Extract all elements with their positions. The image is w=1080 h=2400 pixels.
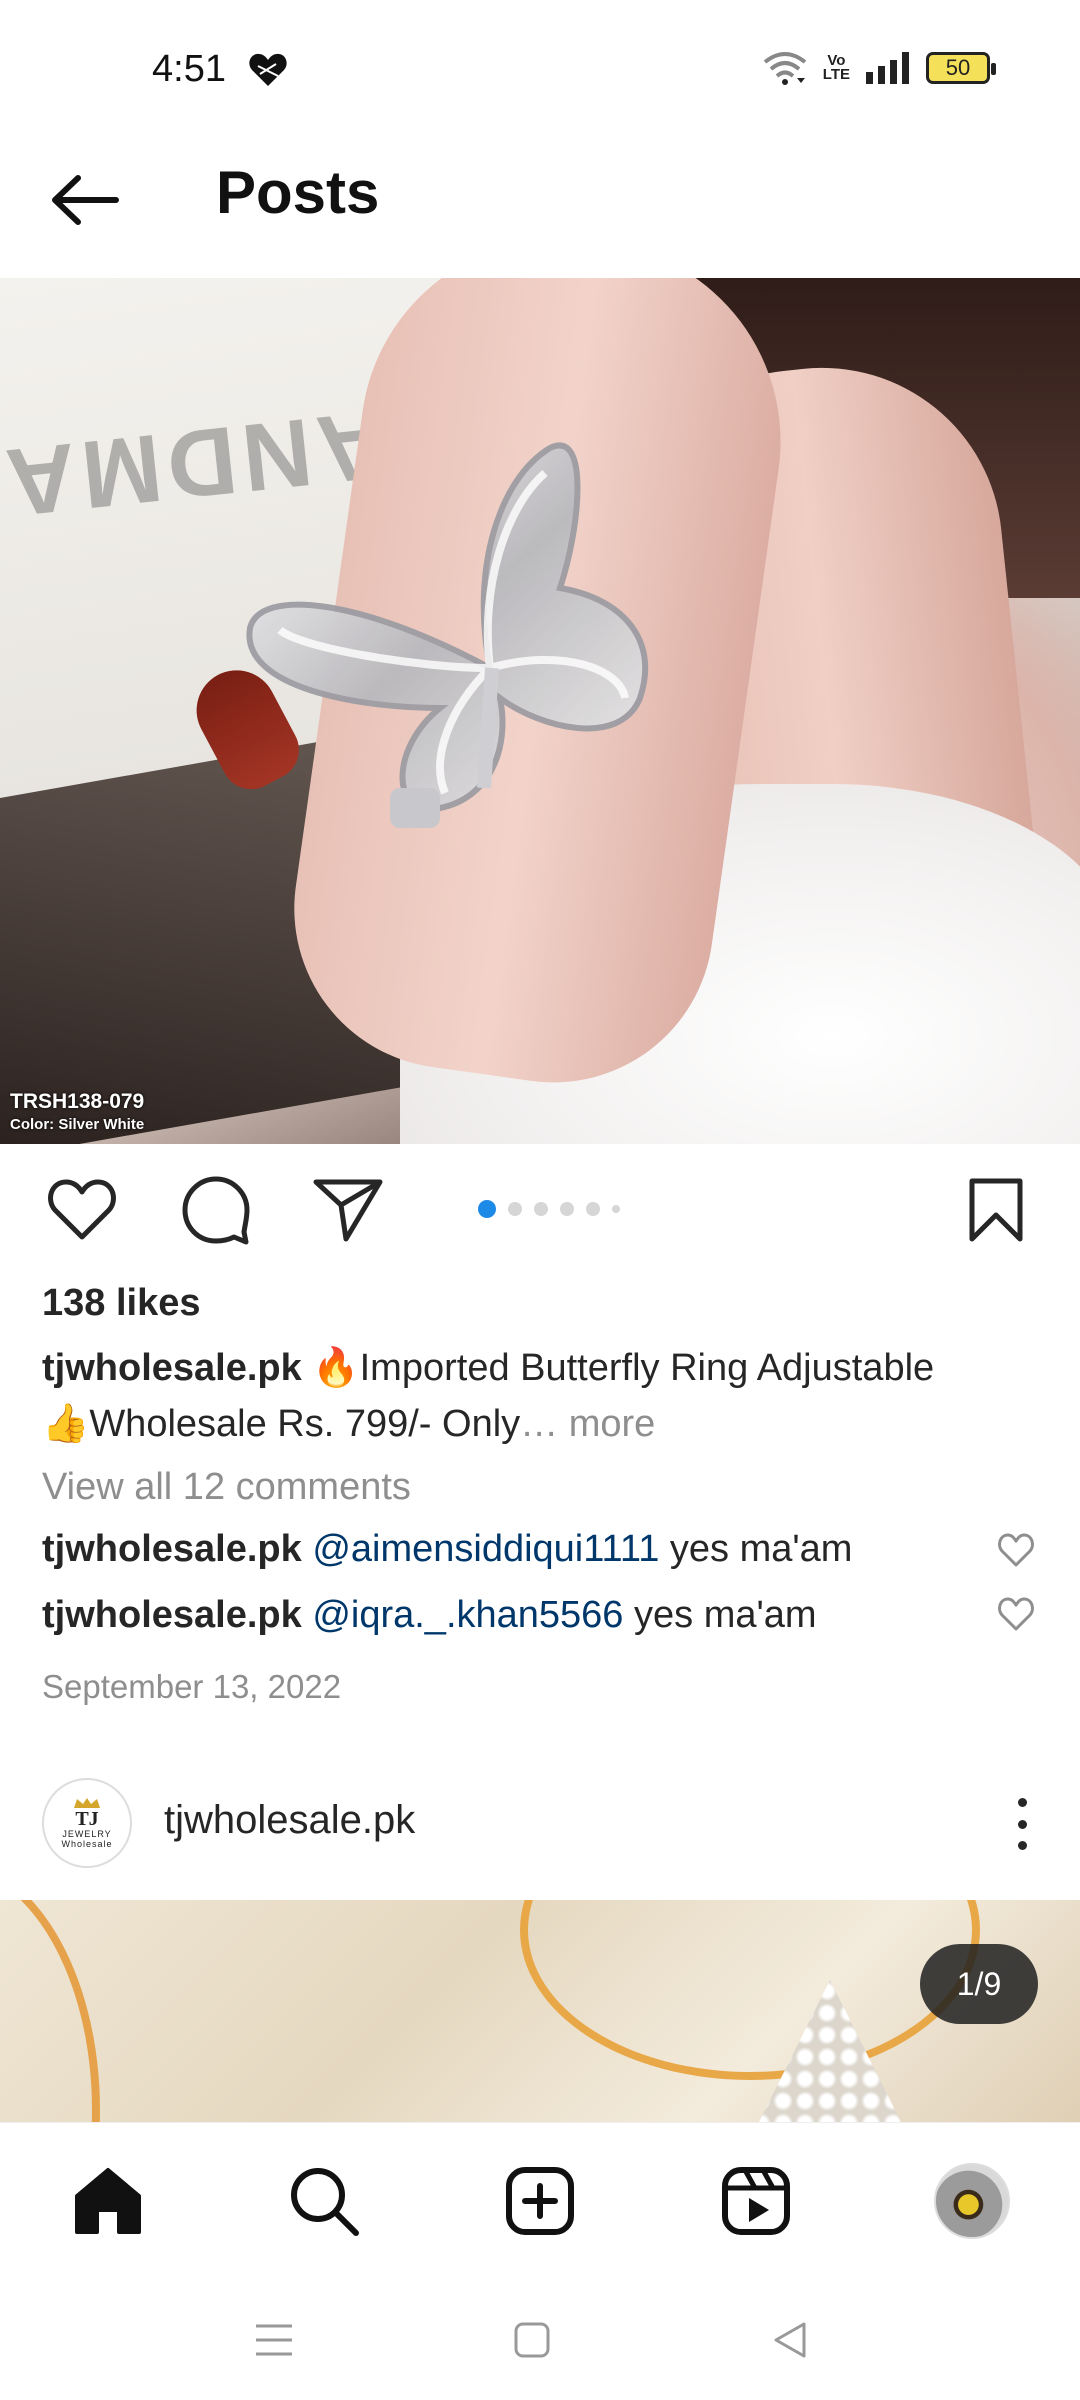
back-arrow-icon [52,175,119,225]
share-button[interactable] [308,1170,388,1250]
avatar-logo-tagline: Wholesale [61,1839,113,1849]
comment-like-icon[interactable] [996,1530,1036,1570]
nav-search[interactable] [284,2161,364,2241]
product-code: TRSH138-079 [10,1090,145,1113]
carousel-dot [560,1202,574,1216]
menu-icon [256,2324,292,2356]
carousel-dot [534,1202,548,1216]
create-icon [506,2167,574,2235]
nav-home[interactable] [68,2161,148,2241]
post-caption: tjwholesale.pk 🔥Imported Butterfly Ring … [42,1340,1042,1452]
profile-avatar [934,2163,1010,2239]
nav-profile[interactable] [932,2161,1012,2241]
avatar[interactable]: TJ JEWELRY Wholesale [42,1778,132,1868]
wifi-icon [763,52,807,85]
home-system-button[interactable] [502,2310,562,2370]
post-image[interactable]: 1/9 [0,1900,1080,2122]
nav-create[interactable] [500,2161,580,2241]
comment-mention[interactable]: @iqra._.khan5566 [312,1594,623,1636]
search-icon [291,2168,359,2236]
heart-notification-icon [249,53,287,86]
carousel-dot [612,1205,620,1213]
comment-text: yes ma'am [669,1528,853,1570]
avatar-logo-text: TJ [75,1808,99,1830]
comment-username[interactable]: tjwholesale.pk [42,1594,302,1636]
bottom-nav [0,2122,1080,2270]
save-button[interactable] [956,1170,1036,1250]
caption-username[interactable]: tjwholesale.pk [42,1347,302,1389]
caption-more-link[interactable]: more [558,1403,656,1445]
carousel-dot [508,1202,522,1216]
triangle-back-icon [774,2322,806,2358]
status-icons: Vo LTE 50 [763,50,996,86]
carousel-dot [586,1202,600,1216]
signal-icon [866,52,909,84]
carousel-indicator [478,1200,620,1218]
comment-row: tjwholesale.pk @aimensiddiqui1111 yes ma… [42,1528,982,1571]
image-cord [520,1900,980,2080]
comment-like-icon[interactable] [996,1594,1036,1634]
carousel-dot-active [478,1200,496,1218]
nav-reels[interactable] [716,2161,796,2241]
view-all-comments-link[interactable]: View all 12 comments [42,1466,411,1509]
post-date: September 13, 2022 [42,1668,342,1705]
image-cord [0,1900,100,2122]
post-image[interactable]: ANDMA TRSH138-079 Color: Silver White [0,278,1080,1144]
back-system-button[interactable] [760,2310,820,2370]
comment-icon [182,1176,250,1245]
caption-text-line1: 🔥Imported Butterfly Ring Adjustable [312,1347,935,1389]
comment-button[interactable] [176,1170,256,1250]
post-header: TJ JEWELRY Wholesale tjwholesale.pk [0,1768,1080,1878]
recent-apps-button[interactable] [244,2310,304,2370]
comment-text: yes ma'am [634,1594,817,1636]
caption-ellipsis: … [520,1403,559,1445]
avatar-logo-subtext: JEWELRY [62,1829,112,1839]
likes-count[interactable]: 138 likes [42,1282,200,1325]
page-title: Posts [216,159,380,226]
image-counter: 1/9 [920,1944,1038,2024]
reels-icon [722,2167,790,2235]
status-bar: 4:51 Vo LTE 50 [0,0,1080,130]
system-navigation-bar [0,2270,1080,2400]
home-icon [75,2168,141,2234]
back-button[interactable] [40,160,130,240]
comment-mention[interactable]: @aimensiddiqui1111 [312,1528,659,1570]
post-username[interactable]: tjwholesale.pk [164,1798,415,1843]
caption-text-line2: 👍Wholesale Rs. 799/- Only [42,1403,521,1445]
square-icon [514,2322,550,2358]
comment-username[interactable]: tjwholesale.pk [42,1528,302,1570]
post-actions [0,1170,1080,1250]
send-icon [313,1179,383,1242]
like-button[interactable] [42,1170,122,1250]
heart-icon [48,1179,116,1240]
more-options-button[interactable] [1002,1794,1042,1854]
status-time: 4:51 [152,48,226,90]
volte-indicator: Vo LTE [822,52,850,83]
battery-icon: 50 [926,52,996,84]
product-color: Color: Silver White [10,1116,145,1133]
comment-row: tjwholesale.pk @iqra._.khan5566 yes ma'a… [42,1594,982,1637]
bookmark-icon [969,1178,1023,1242]
butterfly-ring-graphic [246,442,649,828]
top-bar: Posts [0,130,1080,280]
